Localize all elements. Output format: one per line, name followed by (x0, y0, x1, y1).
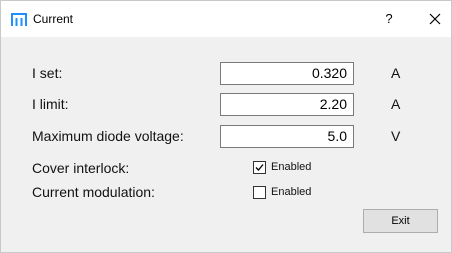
i-limit-label: I limit: (32, 96, 69, 112)
exit-button[interactable]: Exit (363, 209, 438, 233)
window-title: Current (33, 12, 74, 26)
help-button[interactable]: ? (377, 7, 401, 31)
i-set-unit: A (391, 65, 401, 81)
close-icon (429, 13, 441, 25)
current-modulation-label: Current modulation: (32, 184, 155, 200)
current-modulation-enabled-label[interactable]: Enabled (271, 186, 311, 198)
app-icon (11, 13, 27, 27)
cover-interlock-checkbox[interactable] (253, 161, 266, 174)
max-diode-voltage-label: Maximum diode voltage: (32, 128, 184, 144)
current-modulation-checkbox[interactable] (253, 186, 266, 199)
cover-interlock-enabled-label[interactable]: Enabled (271, 161, 311, 173)
max-diode-voltage-input[interactable]: 5.0 (220, 125, 354, 148)
i-set-label: I set: (32, 65, 63, 81)
max-diode-voltage-unit: V (391, 128, 401, 144)
i-set-input[interactable]: 0.320 (220, 62, 354, 85)
i-limit-unit: A (391, 96, 401, 112)
i-limit-input[interactable]: 2.20 (220, 93, 354, 116)
current-dialog: Current ? I set: 0.320 A I limit: 2.20 A… (0, 0, 452, 253)
close-button[interactable] (423, 7, 447, 31)
title-bar: Current ? (1, 1, 451, 37)
checkmark-icon (255, 164, 264, 171)
cover-interlock-label: Cover interlock: (32, 160, 130, 176)
